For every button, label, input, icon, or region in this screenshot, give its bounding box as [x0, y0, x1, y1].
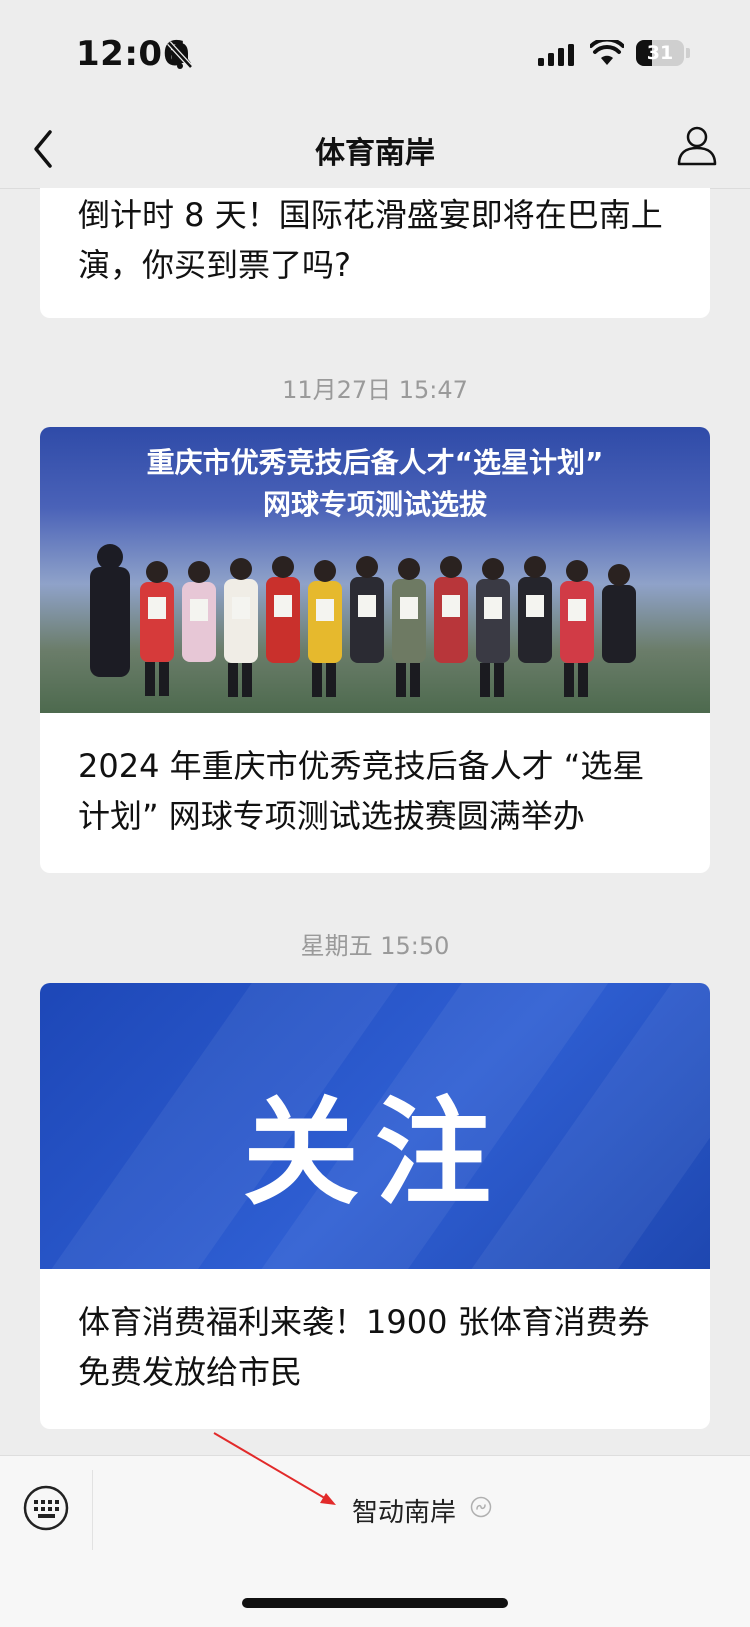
menu-item-zhidong-nanan[interactable]: 智动南岸 [352, 1492, 456, 1529]
message-timestamp: 星期五 15:50 [300, 932, 450, 960]
nav-bar: 体育南岸 [0, 110, 750, 189]
profile-icon[interactable] [676, 124, 718, 170]
cover-banner-line2: 网球专项测试选拔 [262, 488, 487, 521]
article-title: 倒计时 8 天！国际花滑盛宴即将在巴南上演，你买到票了吗? [78, 196, 663, 284]
group-photo-people [90, 544, 636, 697]
page-title: 体育南岸 [315, 136, 435, 171]
article-card[interactable]: 倒计时 8 天！国际花滑盛宴即将在巴南上演，你买到票了吗? [40, 188, 710, 318]
bottom-menu-bar: 智动南岸 [0, 1455, 750, 1627]
cover-banner-line1: 重庆市优秀竞技后备人才“选星计划” [146, 446, 604, 479]
bell-muted-icon [166, 40, 194, 74]
keyboard-icon[interactable] [22, 1484, 70, 1536]
battery-tip [686, 48, 690, 58]
home-indicator [242, 1598, 508, 1608]
menu-divider [92, 1470, 93, 1550]
message-timestamp: 11月27日 15:47 [282, 376, 468, 404]
battery-level: 31 [646, 42, 674, 64]
battery-icon: 31 [636, 40, 684, 66]
signal-icon [538, 44, 574, 70]
article-title: 2024 年重庆市优秀竞技后备人才 “选星计划” 网球专项测试选拔赛圆满举办 [78, 747, 645, 835]
mini-program-icon [470, 1496, 492, 1522]
article-cover-image: 重庆市优秀竞技后备人才“选星计划” 网球专项测试选拔 [40, 427, 710, 713]
article-card[interactable]: 重庆市优秀竞技后备人才“选星计划” 网球专项测试选拔 2024 年重庆市优秀竞技… [40, 427, 710, 873]
article-title: 体育消费福利来袭！1900 张体育消费券免费发放给市民 [78, 1303, 650, 1391]
article-card[interactable]: 关注 体育消费福利来袭！1900 张体育消费券免费发放给市民 [40, 983, 710, 1429]
cover-headline: 关注 [243, 1086, 507, 1221]
article-cover-image: 关注 [40, 983, 710, 1269]
status-bar: 12:06 31 [0, 0, 750, 110]
wifi-icon [589, 37, 625, 70]
